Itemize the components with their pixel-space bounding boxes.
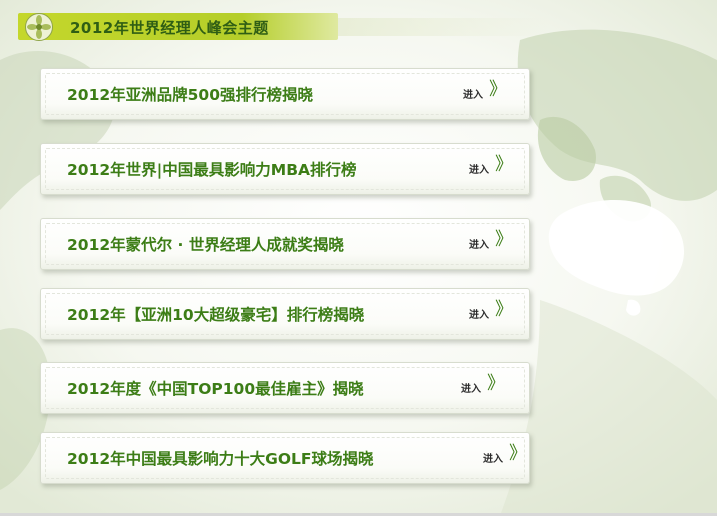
double-arrow-icon: 》 — [495, 299, 513, 320]
item-title: 2012年蒙代尔 · 世界经理人成就奖揭晓 — [67, 236, 344, 254]
enter-link[interactable]: 进入 — [469, 306, 489, 321]
double-arrow-icon: 》 — [487, 373, 505, 394]
enter-link[interactable]: 进入 — [463, 86, 483, 101]
double-arrow-icon: 》 — [495, 154, 513, 175]
list-item-mundell-award[interactable]: 2012年蒙代尔 · 世界经理人成就奖揭晓 进入 》 — [40, 218, 530, 270]
item-title: 2012年度《中国TOP100最佳雇主》揭晓 — [67, 380, 364, 398]
enter-link[interactable]: 进入 — [483, 450, 503, 465]
list-item-asia-mansions[interactable]: 2012年【亚洲10大超级豪宅】排行榜揭晓 进入 》 — [40, 288, 530, 340]
enter-link[interactable]: 进入 — [469, 236, 489, 251]
item-title: 2012年中国最具影响力十大GOLF球场揭晓 — [67, 450, 374, 468]
item-title: 2012年亚洲品牌500强排行榜揭晓 — [67, 86, 313, 104]
floral-emblem-icon — [25, 13, 53, 41]
double-arrow-icon: 》 — [495, 229, 513, 250]
enter-link[interactable]: 进入 — [469, 161, 489, 176]
list-item-asia-brand-500[interactable]: 2012年亚洲品牌500强排行榜揭晓 进入 》 — [40, 68, 530, 120]
enter-link[interactable]: 进入 — [461, 380, 481, 395]
item-title: 2012年世界|中国最具影响力MBA排行榜 — [67, 161, 357, 179]
item-title: 2012年【亚洲10大超级豪宅】排行榜揭晓 — [67, 306, 365, 324]
list-item-mba-ranking[interactable]: 2012年世界|中国最具影响力MBA排行榜 进入 》 — [40, 143, 530, 195]
section-title: 2012年世界经理人峰会主题 — [70, 19, 269, 37]
section-header: 2012年世界经理人峰会主题 — [18, 12, 548, 42]
list-item-top100-employers[interactable]: 2012年度《中国TOP100最佳雇主》揭晓 进入 》 — [40, 362, 530, 414]
header-fade-line — [318, 18, 548, 36]
double-arrow-icon: 》 — [509, 443, 527, 464]
list-item-golf-courses[interactable]: 2012年中国最具影响力十大GOLF球场揭晓 进入 》 — [40, 432, 530, 484]
double-arrow-icon: 》 — [489, 79, 507, 100]
